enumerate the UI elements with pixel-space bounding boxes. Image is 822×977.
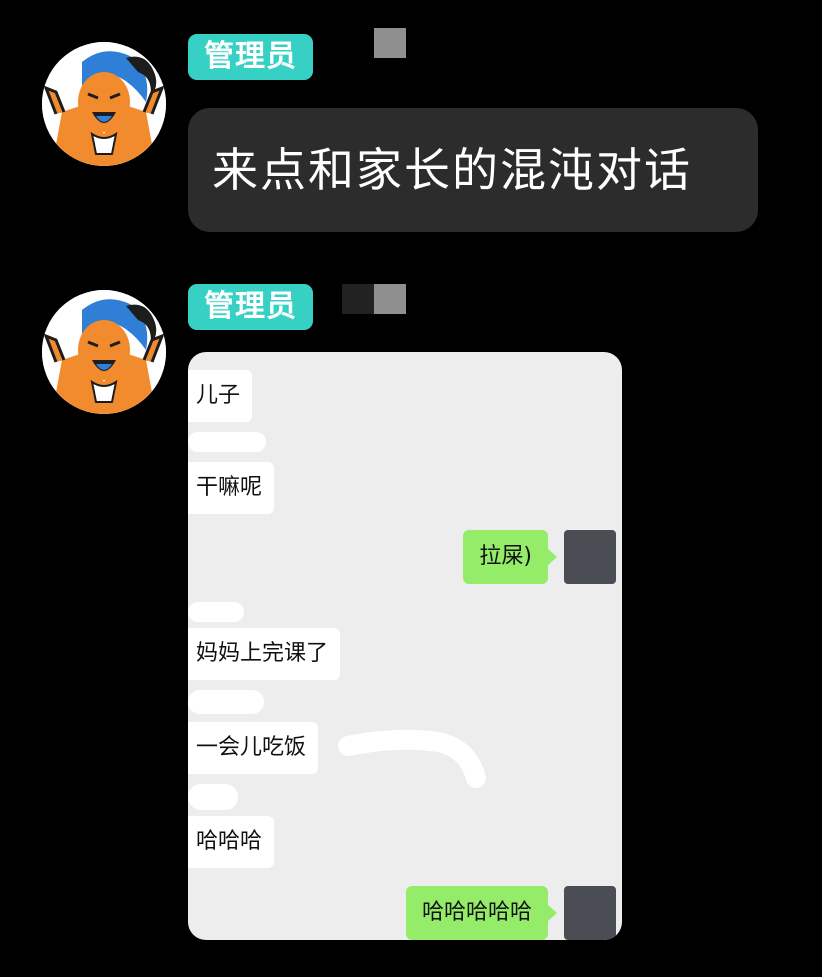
incoming-bubble: 儿子 xyxy=(188,370,253,422)
placeholder-avatar-icon xyxy=(564,886,616,940)
redaction-scribble xyxy=(338,729,486,788)
censored-name xyxy=(374,284,406,314)
image-message-chat-screenshot[interactable]: 儿子 干嘛呢 拉屎) 妈妈上完课了 一会儿吃饭 哈哈哈 哈哈哈哈哈 xyxy=(188,352,622,940)
placeholder-avatar-icon xyxy=(564,530,616,584)
sender-avatar[interactable] xyxy=(42,42,166,166)
redaction-smudge xyxy=(188,690,264,714)
censored-name xyxy=(342,284,374,314)
censored-name xyxy=(374,28,406,58)
cartoon-boy-avatar-icon xyxy=(42,42,166,166)
admin-badge: 管理员 xyxy=(188,284,313,330)
chat-message-1: 管理员 来点和家长的混沌对话 xyxy=(0,0,822,250)
text-message-bubble[interactable]: 来点和家长的混沌对话 xyxy=(188,108,758,232)
outgoing-bubble: 哈哈哈哈哈 xyxy=(405,886,558,940)
incoming-bubble: 干嘛呢 xyxy=(188,462,275,514)
redaction-smudge xyxy=(188,602,244,622)
redaction-smudge xyxy=(188,784,238,810)
admin-badge: 管理员 xyxy=(188,34,313,80)
incoming-bubble: 妈妈上完课了 xyxy=(188,628,341,680)
outgoing-bubble: 拉屎) xyxy=(463,530,557,584)
cartoon-boy-avatar-icon xyxy=(42,290,166,414)
incoming-bubble: 一会儿吃饭 xyxy=(188,722,319,774)
redaction-smudge xyxy=(188,432,266,452)
sender-avatar[interactable] xyxy=(42,290,166,414)
incoming-bubble: 哈哈哈 xyxy=(188,816,275,868)
